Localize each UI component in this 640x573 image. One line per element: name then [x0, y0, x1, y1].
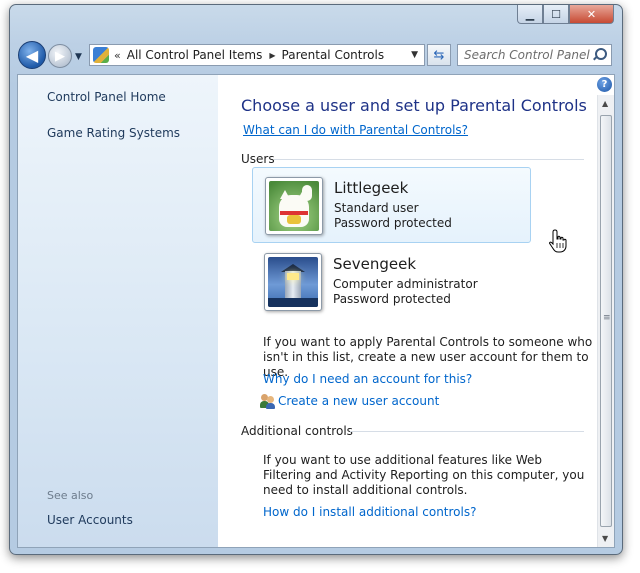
vertical-scrollbar[interactable]: ▲ ≡ ▼ [597, 95, 614, 547]
forward-button[interactable]: ▶ [48, 44, 72, 68]
control-panel-icon [93, 47, 109, 63]
arrow-right-icon: ▶ [55, 48, 65, 64]
user-status: Password protected [333, 292, 451, 306]
user-picture [265, 177, 323, 235]
additional-instructions: If you want to use additional features l… [263, 453, 585, 497]
user-name: Littlegeek [334, 179, 409, 197]
user-name: Sevengeek [333, 255, 417, 273]
users-divider [274, 159, 584, 160]
scrollbar-thumb[interactable]: ≡ [600, 115, 612, 527]
minimize-button[interactable]: ▁ [517, 5, 543, 24]
sidebar-item-control-panel-home[interactable]: Control Panel Home [47, 90, 166, 104]
users-heading: Users [241, 152, 275, 166]
breadcrumb-all-items[interactable]: All Control Panel Items [127, 48, 263, 62]
sidebar: Control Panel Home Game Rating Systems S… [18, 75, 218, 547]
hand-cursor-icon [548, 229, 570, 253]
user-status: Password protected [334, 216, 452, 230]
additional-controls-heading: Additional controls [241, 424, 353, 438]
refresh-button[interactable]: ⇆ [427, 44, 451, 66]
help-link[interactable]: What can I do with Parental Controls? [243, 123, 468, 137]
user-picture [264, 253, 322, 311]
why-account-link[interactable]: Why do I need an account for this? [263, 372, 472, 386]
lighthouse-icon [268, 257, 318, 307]
breadcrumb-separator-icon[interactable]: ▶ [269, 51, 275, 60]
lucky-cat-icon [269, 181, 319, 231]
see-also-heading: See also [47, 489, 94, 502]
arrow-left-icon: ◀ [25, 45, 39, 65]
additional-divider [350, 431, 584, 432]
caption-buttons: ▁ ☐ ✕ [517, 5, 614, 24]
scroll-up-icon[interactable]: ▲ [602, 99, 608, 108]
sidebar-item-game-rating-systems[interactable]: Game Rating Systems [47, 126, 180, 140]
maximize-button[interactable]: ☐ [543, 5, 569, 24]
search-icon[interactable] [592, 48, 607, 62]
scroll-down-icon[interactable]: ▼ [602, 534, 608, 543]
chevron-left-icon[interactable]: « [114, 49, 121, 62]
user-type: Standard user [334, 201, 419, 215]
page-title: Choose a user and set up Parental Contro… [241, 96, 587, 115]
close-button[interactable]: ✕ [569, 5, 614, 24]
scrollbar-grip-icon: ≡ [603, 313, 611, 323]
user-type: Computer administrator [333, 277, 478, 291]
sidebar-item-user-accounts[interactable]: User Accounts [47, 513, 133, 527]
back-button[interactable]: ◀ [18, 41, 46, 69]
main-panel: Choose a user and set up Parental Contro… [218, 75, 614, 547]
user-card-sevengeek[interactable]: Sevengeek Computer administrator Passwor… [252, 244, 531, 320]
search-input[interactable] [464, 46, 592, 64]
address-dropdown-icon[interactable]: ▼ [411, 50, 418, 60]
breadcrumb-parental-controls[interactable]: Parental Controls [282, 48, 385, 62]
user-card-littlegeek[interactable]: Littlegeek Standard user Password protec… [252, 167, 531, 243]
help-icon[interactable]: ? [597, 77, 612, 92]
install-controls-link[interactable]: How do I install additional controls? [263, 505, 476, 519]
users-icon [260, 393, 276, 409]
content-area: Control Panel Home Game Rating Systems S… [17, 74, 615, 548]
search-box[interactable] [457, 44, 612, 66]
refresh-icon: ⇆ [433, 47, 445, 63]
address-bar[interactable]: « All Control Panel Items ▶ Parental Con… [89, 44, 425, 66]
create-user-account-link[interactable]: Create a new user account [278, 394, 439, 408]
history-dropdown-icon[interactable]: ▼ [75, 52, 82, 62]
